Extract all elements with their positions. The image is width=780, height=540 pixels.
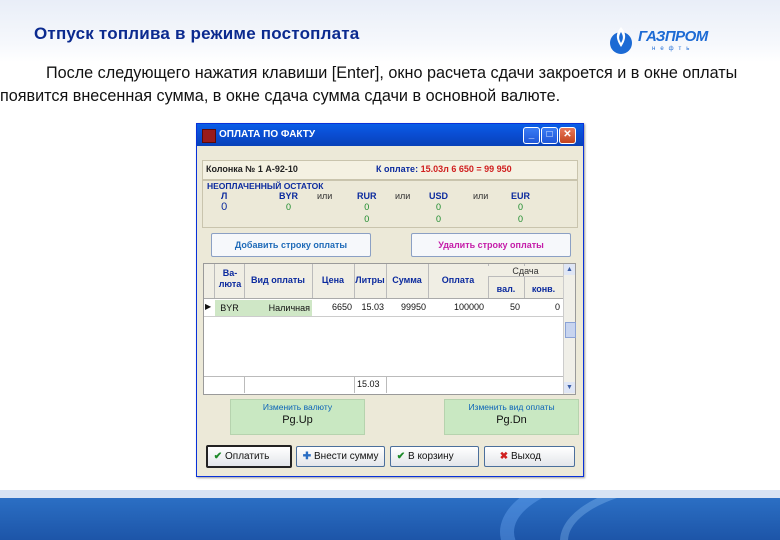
- window-title: ОПЛАТА ПО ФАКТУ: [219, 129, 316, 140]
- description-line-2: появится внесенная сумма, в окне сдача с…: [0, 87, 561, 105]
- exit-button-label: Выход: [511, 451, 541, 462]
- scroll-up-icon[interactable]: ▲: [564, 264, 575, 275]
- change-payment-hint: Изменить вид оплаты: [468, 402, 555, 412]
- grid-scrollbar[interactable]: ▲ ▼: [563, 264, 576, 394]
- cell-price[interactable]: 6650: [312, 302, 352, 312]
- description-line-1: После следующего нажатия клавиши [Enter]…: [46, 64, 738, 82]
- remainder-value: 0: [436, 214, 442, 224]
- or-separator: или: [395, 191, 411, 201]
- logo-subtitle: нефть: [652, 45, 695, 52]
- remainder-header: RUR: [357, 191, 377, 201]
- remainder-usd: USD 0 0: [429, 191, 448, 225]
- remainder-header: Л: [221, 191, 228, 201]
- remainder-value: 0: [436, 202, 442, 212]
- remainder-byr: BYR 0: [279, 191, 298, 213]
- cell-currency[interactable]: BYR: [215, 300, 244, 316]
- gazprom-logo: ГАЗПРОМ нефть: [608, 18, 768, 62]
- grid-header: Ва- люта Вид оплаты Цена Литры Сумма Опл…: [204, 264, 564, 299]
- slide-description: После следующего нажатия клавиши [Enter]…: [0, 62, 780, 108]
- header-change[interactable]: Сдача: [488, 266, 563, 277]
- header-liters[interactable]: Литры: [354, 275, 386, 285]
- row-marker-icon: ▶: [205, 302, 212, 311]
- footer-stripe: [0, 490, 780, 498]
- checkmark-icon: ✔: [396, 451, 406, 462]
- remainder-header: EUR: [511, 191, 531, 201]
- cell-sum[interactable]: 99950: [386, 302, 426, 312]
- to-pay-label: К оплате:: [376, 164, 419, 174]
- checkmark-icon: ✔: [213, 451, 223, 462]
- to-cart-button[interactable]: ✔ В корзину: [390, 446, 479, 467]
- minimize-button[interactable]: _: [523, 127, 540, 144]
- remainder-value: 0: [518, 214, 524, 224]
- header-currency[interactable]: Ва- люта: [216, 268, 244, 290]
- to-pay-value: 15.03л 6 650 = 99 950: [420, 164, 512, 174]
- payment-grid: Ва- люта Вид оплаты Цена Литры Сумма Опл…: [203, 263, 576, 395]
- remainder-value: 0: [364, 214, 370, 224]
- header-change-converted[interactable]: конв.: [524, 284, 563, 294]
- pgup-key-label: Pg.Up: [282, 414, 313, 426]
- app-icon: [202, 129, 216, 143]
- header-payment-type[interactable]: Вид оплаты: [244, 275, 312, 285]
- pay-button[interactable]: ✔ Оплатить: [206, 445, 292, 468]
- pgdn-key-label: Pg.Dn: [496, 414, 527, 426]
- change-payment-type-key[interactable]: Изменить вид оплаты Pg.Dn: [444, 399, 579, 435]
- window-titlebar[interactable]: ОПЛАТА ПО ФАКТУ _ □ ✕: [197, 124, 583, 146]
- remainder-liters: Л 0: [221, 191, 227, 213]
- add-payment-row-button[interactable]: Добавить строку оплаты: [211, 233, 371, 257]
- remainder-header: USD: [429, 191, 449, 201]
- delete-payment-row-button[interactable]: Удалить строку оплаты: [411, 233, 571, 257]
- or-separator: или: [473, 191, 489, 201]
- scroll-thumb[interactable]: [565, 322, 576, 338]
- remainder-value: 0: [364, 202, 370, 212]
- cell-change-currency[interactable]: 50: [488, 302, 520, 312]
- column-info-row: Колонка № 1 А-92-10 К оплате: 15.03л 6 6…: [202, 160, 578, 180]
- remainder-rur: RUR 0 0: [357, 191, 377, 225]
- cell-payment-type[interactable]: Наличная: [244, 300, 312, 316]
- slide-footer: [0, 498, 780, 540]
- remainder-value: 0: [221, 201, 228, 213]
- coins-icon: ✚: [302, 451, 312, 462]
- to-cart-button-label: В корзину: [408, 451, 454, 462]
- cell-payment[interactable]: 100000: [428, 302, 484, 312]
- change-currency-hint: Изменить валюту: [262, 402, 333, 412]
- remainder-value: 0: [286, 202, 292, 212]
- header-change-currency[interactable]: вал.: [488, 284, 524, 294]
- column-info: Колонка № 1 А-92-10: [206, 164, 298, 174]
- enter-sum-button-label: Внести сумму: [314, 451, 379, 462]
- header-price[interactable]: Цена: [312, 275, 354, 285]
- header-sum[interactable]: Сумма: [386, 275, 428, 285]
- remainder-title: НЕОПЛАЧЕННЫЙ ОСТАТОК: [207, 181, 324, 191]
- maximize-button[interactable]: □: [541, 127, 558, 144]
- pay-button-label: Оплатить: [225, 451, 270, 462]
- remainder-eur: EUR 0 0: [511, 191, 530, 225]
- to-pay-info: К оплате: 15.03л 6 650 = 99 950: [376, 164, 512, 174]
- logo-wordmark: ГАЗПРОМ: [638, 27, 708, 45]
- cell-liters[interactable]: 15.03: [354, 302, 384, 312]
- remainder-header: BYR: [279, 191, 299, 201]
- enter-sum-button[interactable]: ✚ Внести сумму: [296, 446, 385, 467]
- scroll-down-icon[interactable]: ▼: [564, 382, 575, 393]
- change-currency-key[interactable]: Изменить валюту Pg.Up: [230, 399, 365, 435]
- header-payment[interactable]: Оплата: [428, 275, 488, 285]
- exit-button[interactable]: ✖ Выход: [484, 446, 575, 467]
- footer-liters-total: 15.03: [357, 379, 380, 389]
- cross-icon: ✖: [499, 451, 509, 462]
- or-separator: или: [317, 191, 333, 201]
- table-row[interactable]: ▶ BYR Наличная 6650 15.03 99950 100000 5…: [204, 300, 563, 317]
- cell-change-converted[interactable]: 0: [524, 302, 560, 312]
- unpaid-remainder-panel: НЕОПЛАЧЕННЫЙ ОСТАТОК Л 0 BYR 0 или RUR 0…: [202, 180, 578, 228]
- remainder-value: 0: [518, 202, 524, 212]
- flame-icon: [610, 27, 632, 54]
- close-button[interactable]: ✕: [559, 127, 576, 144]
- payment-window: ОПЛАТА ПО ФАКТУ _ □ ✕ Колонка № 1 А-92-1…: [196, 123, 584, 477]
- grid-footer: 15.03: [204, 376, 563, 393]
- slide-title: Отпуск топлива в режиме постоплата: [34, 24, 360, 43]
